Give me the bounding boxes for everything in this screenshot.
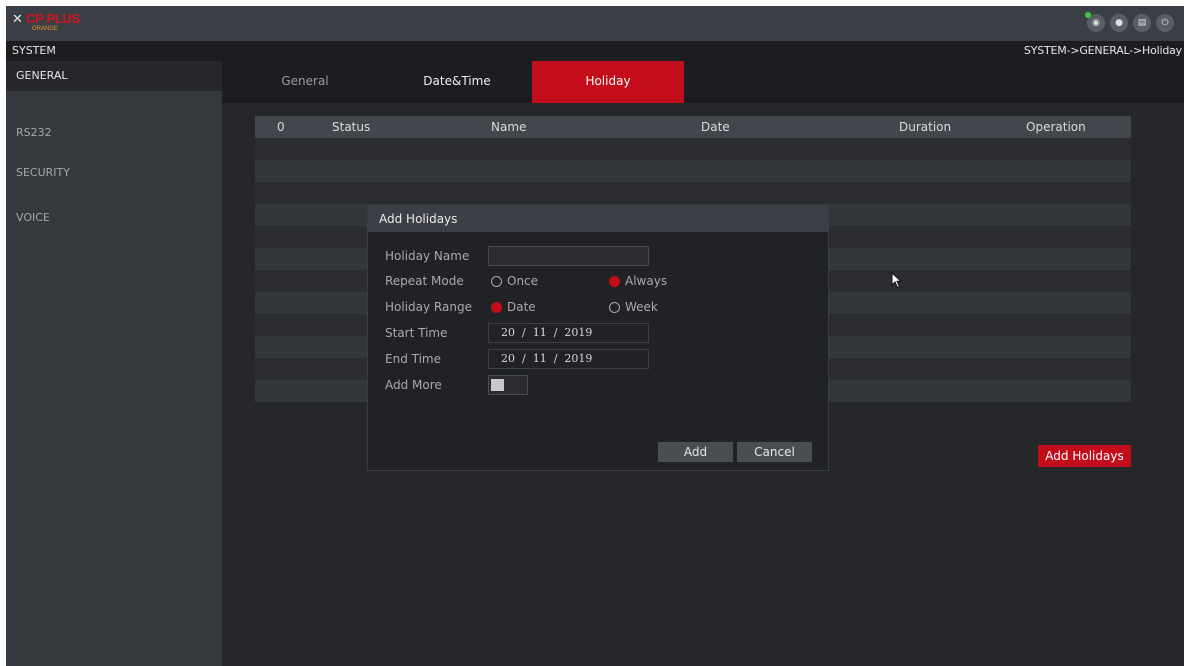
range-week-radio[interactable]: Week: [609, 300, 658, 314]
repeat-always-radio[interactable]: Always: [609, 274, 667, 288]
start-month[interactable]: 11: [533, 326, 547, 339]
sidebar-item-general[interactable]: GENERAL: [6, 61, 222, 91]
end-year[interactable]: 2019: [564, 352, 592, 365]
start-time-label: Start Time: [385, 326, 448, 340]
range-date-label: Date: [507, 300, 536, 314]
end-day[interactable]: 20: [501, 352, 515, 365]
user-icon-glyph: ●: [1115, 18, 1123, 28]
tab-date-time[interactable]: Date&Time: [381, 61, 533, 103]
table-row: [255, 160, 1131, 182]
col-index[interactable]: 0: [277, 120, 285, 134]
holiday-name-input[interactable]: [488, 246, 649, 266]
holiday-name-label: Holiday Name: [385, 249, 470, 263]
user-icon[interactable]: ●: [1110, 14, 1128, 32]
repeat-always-label: Always: [625, 274, 668, 288]
radio-checked-icon: [609, 275, 620, 287]
logo-subtext: ORANGE: [32, 26, 59, 32]
status-dot: [1085, 12, 1091, 18]
breadcrumb: SYSTEM->GENERAL->Holiday: [1023, 44, 1182, 57]
radio-unchecked-icon: [609, 301, 620, 313]
display-icon-glyph: ▤: [1137, 18, 1147, 28]
sidebar: GENERAL RS232 SECURITY VOICE: [6, 61, 222, 666]
range-date-radio[interactable]: Date: [491, 300, 536, 314]
add-holidays-dialog: Add Holidays Holiday Name Repeat Mode On…: [367, 205, 829, 471]
add-button[interactable]: Add: [658, 442, 733, 462]
table-row: [255, 182, 1131, 204]
range-week-label: Week: [625, 300, 658, 314]
app-window: ✕ CP PLUS ORANGE ◉ ● ▤ ⏻ SYSTEM SYSTEM->…: [6, 6, 1184, 666]
col-name: Name: [491, 120, 527, 134]
preview-icon[interactable]: ◉: [1085, 12, 1105, 32]
display-icon[interactable]: ▤: [1133, 14, 1151, 32]
col-status: Status: [332, 120, 371, 134]
logo-mark-icon: ✕: [12, 12, 23, 27]
repeat-mode-label: Repeat Mode: [385, 274, 464, 288]
sidebar-item-security[interactable]: SECURITY: [6, 158, 222, 188]
cp-plus-logo: ✕ CP PLUS ORANGE: [12, 11, 96, 37]
add-more-toggle[interactable]: [488, 375, 528, 395]
tab-bar: General Date&Time Holiday: [222, 61, 1184, 103]
end-time-field[interactable]: 20 / 11 / 2019: [488, 349, 649, 369]
repeat-once-radio[interactable]: Once: [491, 274, 538, 288]
start-day[interactable]: 20: [501, 326, 515, 339]
breadcrumb-bar: SYSTEM SYSTEM->GENERAL->Holiday: [6, 41, 1184, 61]
col-duration: Duration: [899, 120, 952, 134]
dialog-title: Add Holidays: [368, 206, 828, 232]
table-header: 0 Status Name Date Duration Operation: [255, 116, 1131, 138]
tab-general[interactable]: General: [229, 61, 381, 103]
header-icons: ◉ ● ▤ ⏻: [1085, 12, 1174, 32]
toggle-knob: [491, 379, 504, 391]
sidebar-item-rs232[interactable]: RS232: [6, 118, 222, 148]
add-more-label: Add More: [385, 378, 442, 392]
preview-icon-glyph: ◉: [1092, 18, 1100, 28]
start-year[interactable]: 2019: [564, 326, 592, 339]
radio-checked-icon: [491, 301, 502, 313]
end-time-label: End Time: [385, 352, 441, 366]
table-row: [255, 138, 1131, 160]
tab-holiday[interactable]: Holiday: [532, 61, 684, 103]
power-icon-glyph: ⏻: [1161, 18, 1169, 28]
radio-unchecked-icon: [491, 275, 502, 287]
col-operation: Operation: [1026, 120, 1086, 134]
col-date: Date: [701, 120, 730, 134]
mouse-cursor-icon: [891, 272, 903, 289]
sidebar-item-voice[interactable]: VOICE: [6, 203, 222, 233]
add-holidays-button[interactable]: Add Holidays: [1038, 445, 1131, 467]
repeat-once-label: Once: [507, 274, 539, 288]
start-time-field[interactable]: 20 / 11 / 2019: [488, 323, 649, 343]
logo-text: CP PLUS: [26, 11, 81, 26]
cancel-button[interactable]: Cancel: [737, 442, 812, 462]
top-bar: ✕ CP PLUS ORANGE ◉ ● ▤ ⏻: [6, 6, 1184, 41]
power-icon[interactable]: ⏻: [1156, 14, 1174, 32]
end-month[interactable]: 11: [533, 352, 547, 365]
section-title: SYSTEM: [12, 44, 56, 57]
holiday-range-label: Holiday Range: [385, 300, 472, 314]
